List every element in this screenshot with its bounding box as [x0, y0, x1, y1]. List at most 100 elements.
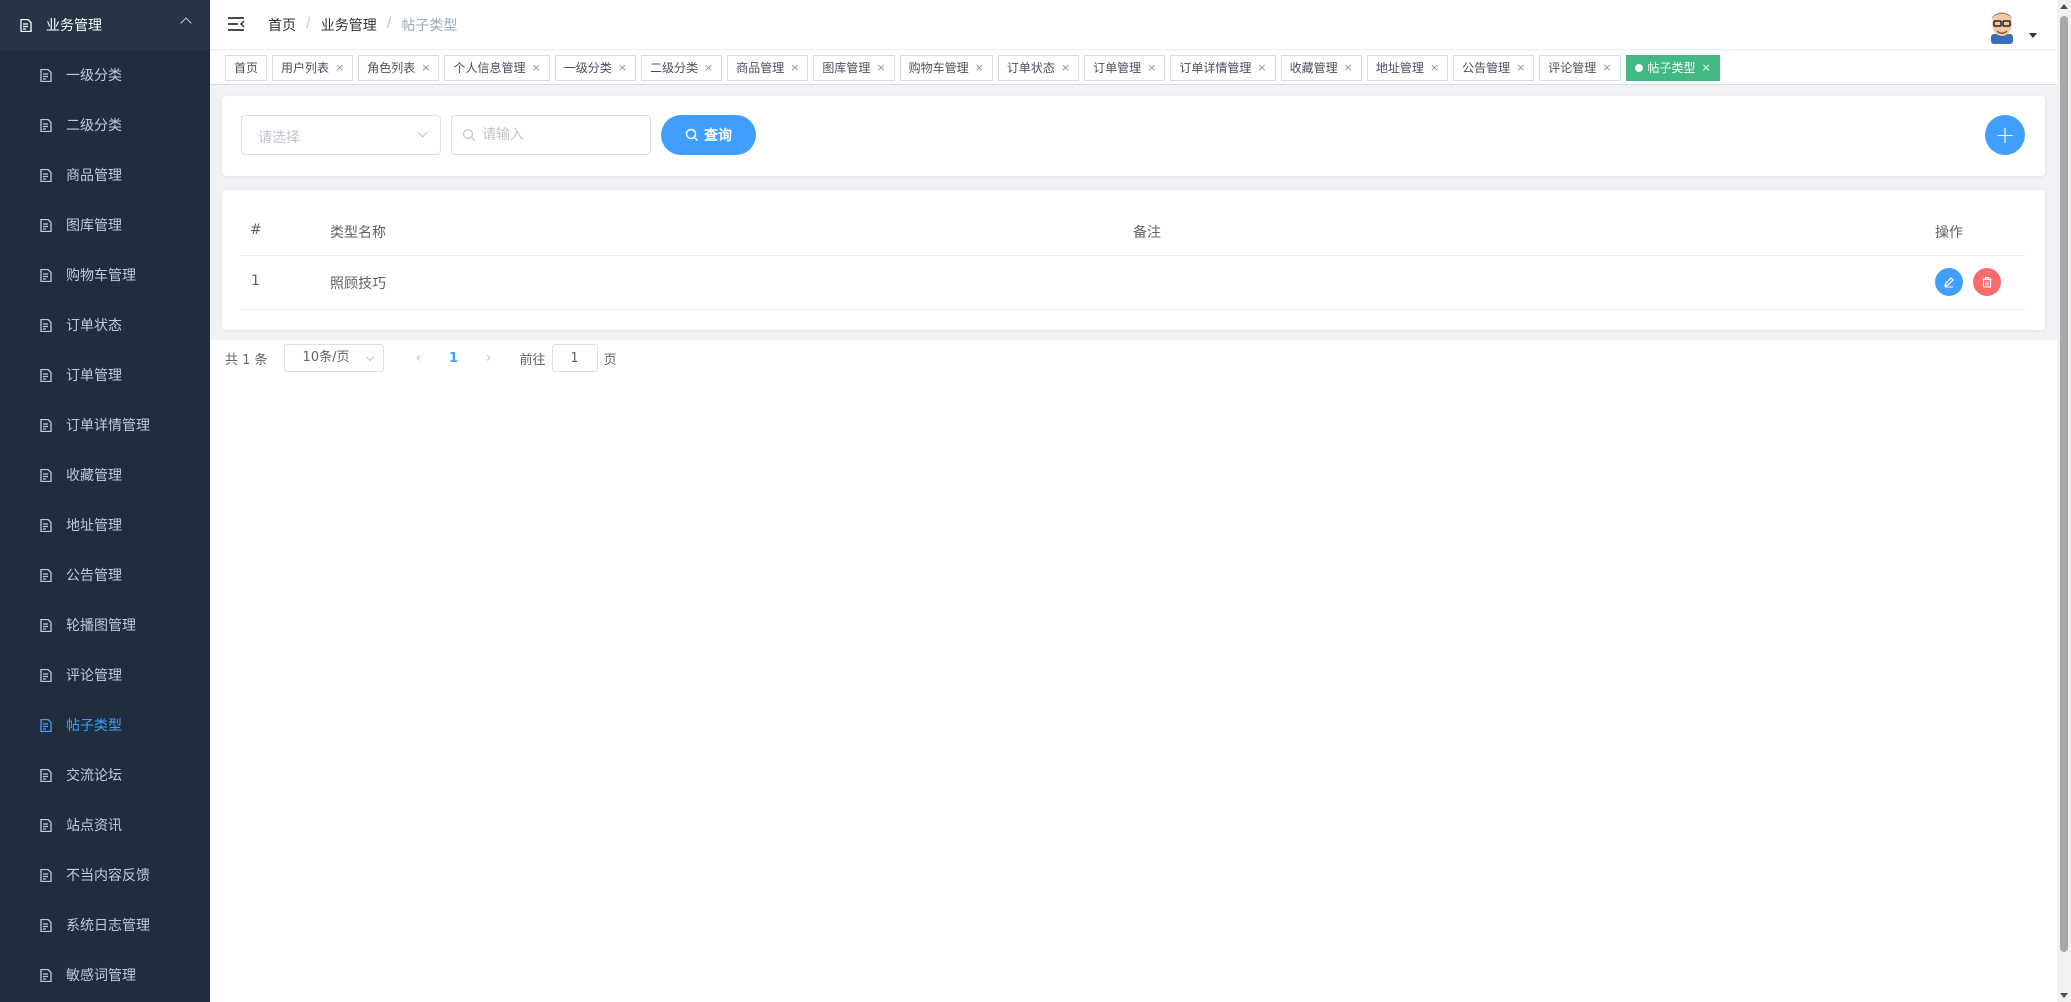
add-button[interactable]: + [1985, 115, 2025, 155]
close-icon[interactable]: × [1430, 61, 1439, 74]
page-number[interactable]: 1 [434, 351, 474, 366]
tab-tag[interactable]: 用户列表 × [272, 54, 354, 81]
tab-tag[interactable]: 商品管理 × [727, 54, 809, 81]
hamburger-icon[interactable] [227, 16, 245, 32]
chevron-down-icon [365, 352, 374, 362]
scroll-up-arrow-icon[interactable] [2060, 4, 2068, 9]
scrollbar[interactable] [2057, 0, 2071, 1002]
document-icon [40, 418, 52, 432]
column-header-index: # [250, 222, 262, 238]
tab-tag[interactable]: 图库管理 × [813, 54, 895, 81]
sidebar-item[interactable]: 轮播图管理 [0, 600, 210, 650]
close-icon[interactable]: × [1516, 61, 1525, 74]
sidebar-item[interactable]: 评论管理 [0, 650, 210, 700]
sidebar-item-label: 订单详情管理 [66, 418, 150, 434]
close-icon[interactable]: × [1602, 61, 1611, 74]
next-page-icon[interactable]: › [474, 350, 504, 366]
sidebar-item[interactable]: 订单状态 [0, 300, 210, 350]
select-placeholder: 请选择 [258, 130, 300, 146]
sidebar-item-label: 交流论坛 [66, 768, 122, 784]
sidebar-item[interactable]: 公告管理 [0, 550, 210, 600]
sidebar-item[interactable]: 购物车管理 [0, 250, 210, 300]
sidebar-item[interactable]: 一级分类 [0, 50, 210, 100]
close-icon[interactable]: × [532, 61, 541, 74]
scroll-down-arrow-icon[interactable] [2060, 993, 2068, 998]
document-icon [40, 868, 52, 882]
prev-page-icon[interactable]: ‹ [404, 350, 434, 366]
sidebar-item[interactable]: 帖子类型 [0, 700, 210, 750]
table-cell-name: 照顾技巧 [330, 276, 386, 292]
sidebar-item[interactable]: 商品管理 [0, 150, 210, 200]
close-icon[interactable]: × [335, 61, 344, 74]
close-icon[interactable]: × [1702, 61, 1711, 74]
close-icon[interactable]: × [704, 61, 713, 74]
edit-icon [1944, 277, 1954, 288]
sidebar-item[interactable]: 订单管理 [0, 350, 210, 400]
document-icon [40, 68, 52, 82]
tag-label: 订单状态 [1006, 61, 1055, 75]
close-icon[interactable]: × [421, 61, 430, 74]
column-header-name: 类型名称 [330, 225, 386, 241]
sidebar-item[interactable]: 站点资讯 [0, 800, 210, 850]
sidebar-item-label: 站点资讯 [66, 818, 122, 834]
tab-tag[interactable]: 公告管理 × [1453, 54, 1535, 81]
tab-tag[interactable]: 一级分类 × [554, 54, 636, 81]
sidebar-item-label: 系统日志管理 [66, 918, 150, 934]
tab-tag[interactable]: 帖子类型 × [1625, 54, 1720, 81]
close-icon[interactable]: × [618, 61, 627, 74]
sidebar-item[interactable]: 地址管理 [0, 500, 210, 550]
type-select[interactable]: 请选择 [241, 115, 441, 155]
close-icon[interactable]: × [876, 61, 885, 74]
search-icon [462, 128, 476, 146]
navbar: 首页 / 业务管理 / 帖子类型 [210, 0, 2057, 50]
sidebar-item-label: 敏感词管理 [66, 968, 136, 984]
tag-label: 订单详情管理 [1179, 61, 1252, 75]
close-icon[interactable]: × [1147, 61, 1156, 74]
tag-label: 二级分类 [649, 61, 698, 75]
search-input[interactable] [482, 117, 642, 153]
tab-tag[interactable]: 个人信息管理 × [444, 54, 550, 81]
tab-tag[interactable]: 收藏管理 × [1280, 54, 1362, 81]
breadcrumb-business[interactable]: 业务管理 [321, 15, 377, 35]
close-icon[interactable]: × [1061, 61, 1070, 74]
scrollbar-thumb[interactable] [2060, 16, 2068, 952]
caret-down-icon[interactable] [2029, 33, 2037, 38]
sidebar-item-label: 地址管理 [66, 518, 122, 534]
sidebar-submenu-business[interactable]: 业务管理 [0, 0, 210, 50]
sidebar-item[interactable]: 交流论坛 [0, 750, 210, 800]
tab-tag[interactable]: 角色列表 × [358, 54, 440, 81]
sidebar-item[interactable]: 收藏管理 [0, 450, 210, 500]
close-icon[interactable]: × [1344, 61, 1353, 74]
sidebar-item-label: 轮播图管理 [66, 618, 136, 634]
goto-prefix: 前往 [519, 352, 546, 368]
query-button[interactable]: 查询 [661, 115, 756, 155]
sidebar-item[interactable]: 订单详情管理 [0, 400, 210, 450]
tab-tag[interactable]: 订单状态 × [997, 54, 1080, 81]
breadcrumb-separator: / [386, 15, 392, 31]
goto-page-input[interactable] [551, 344, 598, 372]
sidebar-item[interactable]: 不当内容反馈 [0, 850, 210, 900]
breadcrumb-home[interactable]: 首页 [268, 15, 296, 35]
sidebar-item[interactable]: 二级分类 [0, 100, 210, 150]
avatar[interactable] [1983, 6, 2021, 44]
sidebar-item[interactable]: 图库管理 [0, 200, 210, 250]
main-content-lower [210, 340, 2057, 1002]
sidebar-item[interactable]: 系统日志管理 [0, 900, 210, 950]
close-icon[interactable]: × [1257, 61, 1266, 74]
tab-tag[interactable]: 订单详情管理 × [1170, 54, 1276, 81]
tab-tag[interactable]: 购物车管理 × [899, 54, 993, 81]
tab-tag[interactable]: 首页 [225, 54, 268, 81]
close-icon[interactable]: × [975, 61, 984, 74]
document-icon [40, 768, 52, 782]
tab-tag[interactable]: 订单管理 × [1084, 54, 1166, 81]
breadcrumb-separator: / [306, 15, 311, 31]
close-icon[interactable]: × [790, 61, 799, 74]
sidebar-item-label: 帖子类型 [66, 718, 122, 734]
tab-tag[interactable]: 二级分类 × [640, 54, 723, 81]
page-size-select[interactable]: 10条/页 [283, 344, 384, 372]
sidebar-item[interactable]: 敏感词管理 [0, 950, 210, 1000]
edit-button[interactable] [1935, 268, 1963, 296]
tab-tag[interactable]: 评论管理 × [1539, 54, 1621, 81]
delete-button[interactable] [1973, 268, 2001, 296]
tab-tag[interactable]: 地址管理 × [1366, 54, 1449, 81]
